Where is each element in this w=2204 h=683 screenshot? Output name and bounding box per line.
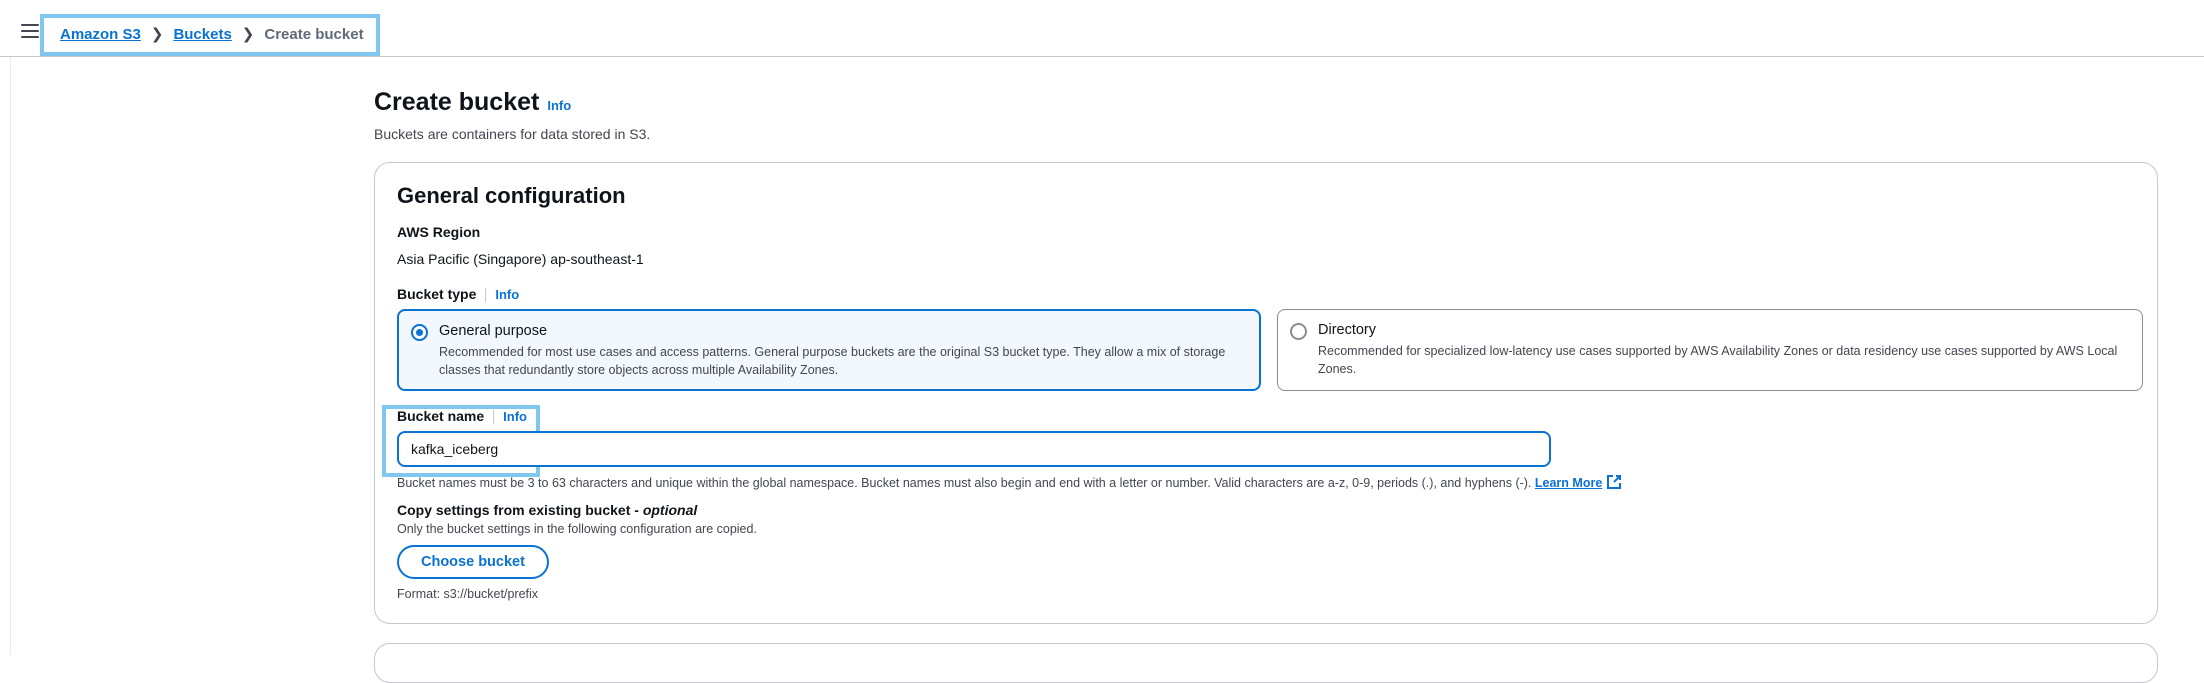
- divider: [493, 410, 495, 425]
- top-navigation-bar: Amazon S3 ❯ Buckets ❯ Create bucket: [0, 0, 2204, 57]
- radio-unselected[interactable]: [1290, 323, 1307, 340]
- page-description: Buckets are containers for data stored i…: [374, 126, 651, 142]
- tile-description: Recommended for most use cases and acces…: [439, 345, 1226, 377]
- bucket-name-label-row: Bucket name Info: [397, 408, 527, 425]
- next-panel: [374, 643, 2158, 683]
- copy-settings-title: Copy settings from existing bucket - opt…: [397, 502, 697, 518]
- learn-more-link[interactable]: Learn More: [1535, 476, 1602, 490]
- choose-bucket-button[interactable]: Choose bucket: [397, 545, 549, 579]
- region-value: Asia Pacific (Singapore) ap-southeast-1: [397, 251, 644, 267]
- chevron-right-icon: ❯: [150, 26, 164, 43]
- optional-label: optional: [642, 502, 698, 518]
- breadcrumb-amazon-s3[interactable]: Amazon S3: [60, 26, 141, 43]
- external-link-icon[interactable]: [1606, 474, 1622, 490]
- radio-selected[interactable]: [411, 324, 428, 341]
- tile-description: Recommended for specialized low-latency …: [1318, 344, 2118, 376]
- copy-settings-label: Copy settings from existing bucket -: [397, 502, 643, 518]
- breadcrumb-buckets[interactable]: Buckets: [173, 26, 231, 43]
- region-label: AWS Region: [397, 224, 481, 240]
- section-title: General configuration: [397, 183, 626, 208]
- format-hint: Format: s3://bucket/prefix: [397, 587, 539, 601]
- breadcrumb: Amazon S3 ❯ Buckets ❯ Create bucket: [60, 25, 364, 44]
- breadcrumb-current: Create bucket: [264, 25, 364, 43]
- hint-text: Bucket names must be 3 to 63 characters …: [397, 476, 1532, 490]
- page-header: Create bucket Info: [374, 88, 571, 117]
- page-info-link[interactable]: Info: [547, 98, 571, 113]
- bucket-type-info-link[interactable]: Info: [495, 287, 519, 302]
- bucket-name-input[interactable]: [397, 431, 1551, 467]
- bucket-name-info-link[interactable]: Info: [503, 409, 527, 424]
- bucket-type-label-row: Bucket type Info: [397, 286, 519, 303]
- bucket-type-directory[interactable]: Directory Recommended for specialized lo…: [1277, 309, 2143, 391]
- bucket-type-label: Bucket type: [397, 286, 477, 302]
- bucket-type-general-purpose[interactable]: General purpose Recommended for most use…: [397, 309, 1261, 391]
- bucket-name-label: Bucket name: [397, 408, 485, 424]
- tile-title: General purpose: [439, 323, 548, 339]
- chevron-right-icon: ❯: [241, 26, 255, 43]
- menu-icon[interactable]: [21, 24, 39, 38]
- tile-title: Directory: [1318, 322, 1377, 338]
- page-title: Create bucket: [374, 88, 540, 116]
- bucket-name-hint: Bucket names must be 3 to 63 characters …: [397, 474, 1622, 490]
- copy-settings-description: Only the bucket settings in the followin…: [397, 522, 757, 536]
- general-configuration-panel: General configuration AWS Region Asia Pa…: [374, 162, 2158, 624]
- side-rail: [10, 57, 11, 655]
- divider: [485, 288, 487, 303]
